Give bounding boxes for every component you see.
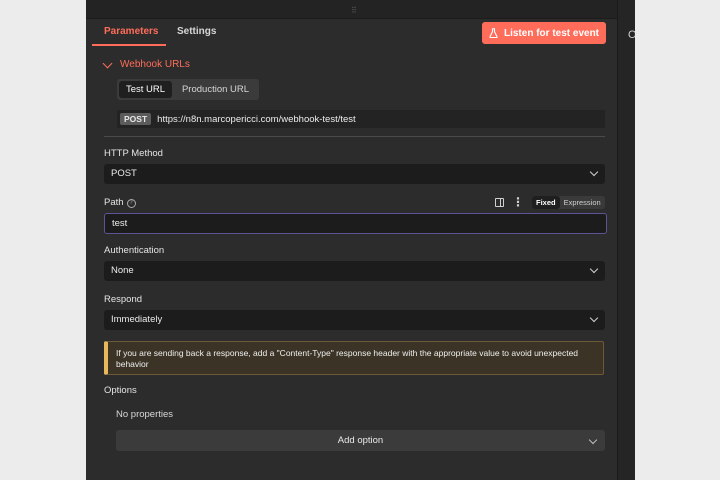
http-method-value: POST: [111, 168, 137, 179]
chevron-down-icon: [102, 58, 113, 68]
active-tab-indicator: [92, 44, 166, 46]
add-option-button[interactable]: Add option: [116, 430, 605, 451]
open-editor-icon[interactable]: [495, 198, 504, 207]
path-label-row: Path?: [104, 197, 136, 208]
section-divider: [104, 136, 605, 137]
flask-icon: [489, 28, 498, 38]
output-panel-title-fragment: O: [628, 29, 635, 41]
node-parameters-panel: ⠿ Parameters Settings Listen for test ev…: [86, 0, 617, 480]
webhook-urls-toggle[interactable]: Webhook URLs: [102, 58, 190, 70]
webhook-url-text: https://n8n.marcopericci.com/webhook-tes…: [157, 113, 356, 125]
expression-mode-option[interactable]: Expression: [560, 196, 605, 209]
webhook-url-display[interactable]: POST https://n8n.marcopericci.com/webhoo…: [117, 110, 605, 128]
chevron-down-icon: [589, 264, 599, 274]
panel-top-bar: ⠿: [86, 0, 617, 19]
chevron-down-icon: [589, 167, 599, 177]
path-field-tools: ⋮ Fixed Expression: [495, 196, 605, 209]
http-method-select[interactable]: POST: [104, 164, 605, 184]
drag-handle-icon[interactable]: ⠿: [351, 7, 357, 15]
fixed-mode-option[interactable]: Fixed: [532, 196, 560, 209]
chevron-down-icon: [588, 435, 598, 445]
path-input[interactable]: test: [104, 213, 607, 234]
respond-select[interactable]: Immediately: [104, 310, 605, 330]
listen-button-label: Listen for test event: [503, 27, 600, 39]
help-circle-icon[interactable]: ?: [126, 199, 136, 208]
webhook-urls-title: Webhook URLs: [120, 59, 190, 70]
test-url-option[interactable]: Test URL: [119, 81, 172, 98]
authentication-value: None: [111, 265, 134, 276]
output-panel-edge: O: [617, 0, 635, 480]
path-label: Path: [104, 197, 124, 208]
authentication-select[interactable]: None: [104, 261, 605, 281]
tab-parameters[interactable]: Parameters: [104, 26, 158, 37]
method-badge: POST: [120, 113, 152, 125]
add-option-label: Add option: [337, 435, 384, 446]
chevron-down-icon: [589, 313, 599, 323]
more-options-icon[interactable]: ⋮: [512, 196, 524, 208]
listen-for-test-event-button[interactable]: Listen for test event: [482, 22, 606, 44]
http-method-label: HTTP Method: [104, 148, 163, 159]
fixed-expression-toggle: Fixed Expression: [532, 196, 605, 209]
production-url-option[interactable]: Production URL: [174, 81, 257, 98]
options-label: Options: [104, 385, 137, 396]
no-properties-text: No properties: [116, 409, 174, 420]
tab-settings[interactable]: Settings: [177, 26, 216, 37]
respond-value: Immediately: [111, 314, 163, 325]
authentication-label: Authentication: [104, 245, 165, 256]
respond-label: Respond: [104, 294, 143, 305]
content-type-notice: If you are sending back a response, add …: [104, 341, 604, 375]
url-type-toggle: Test URL Production URL: [117, 79, 259, 100]
